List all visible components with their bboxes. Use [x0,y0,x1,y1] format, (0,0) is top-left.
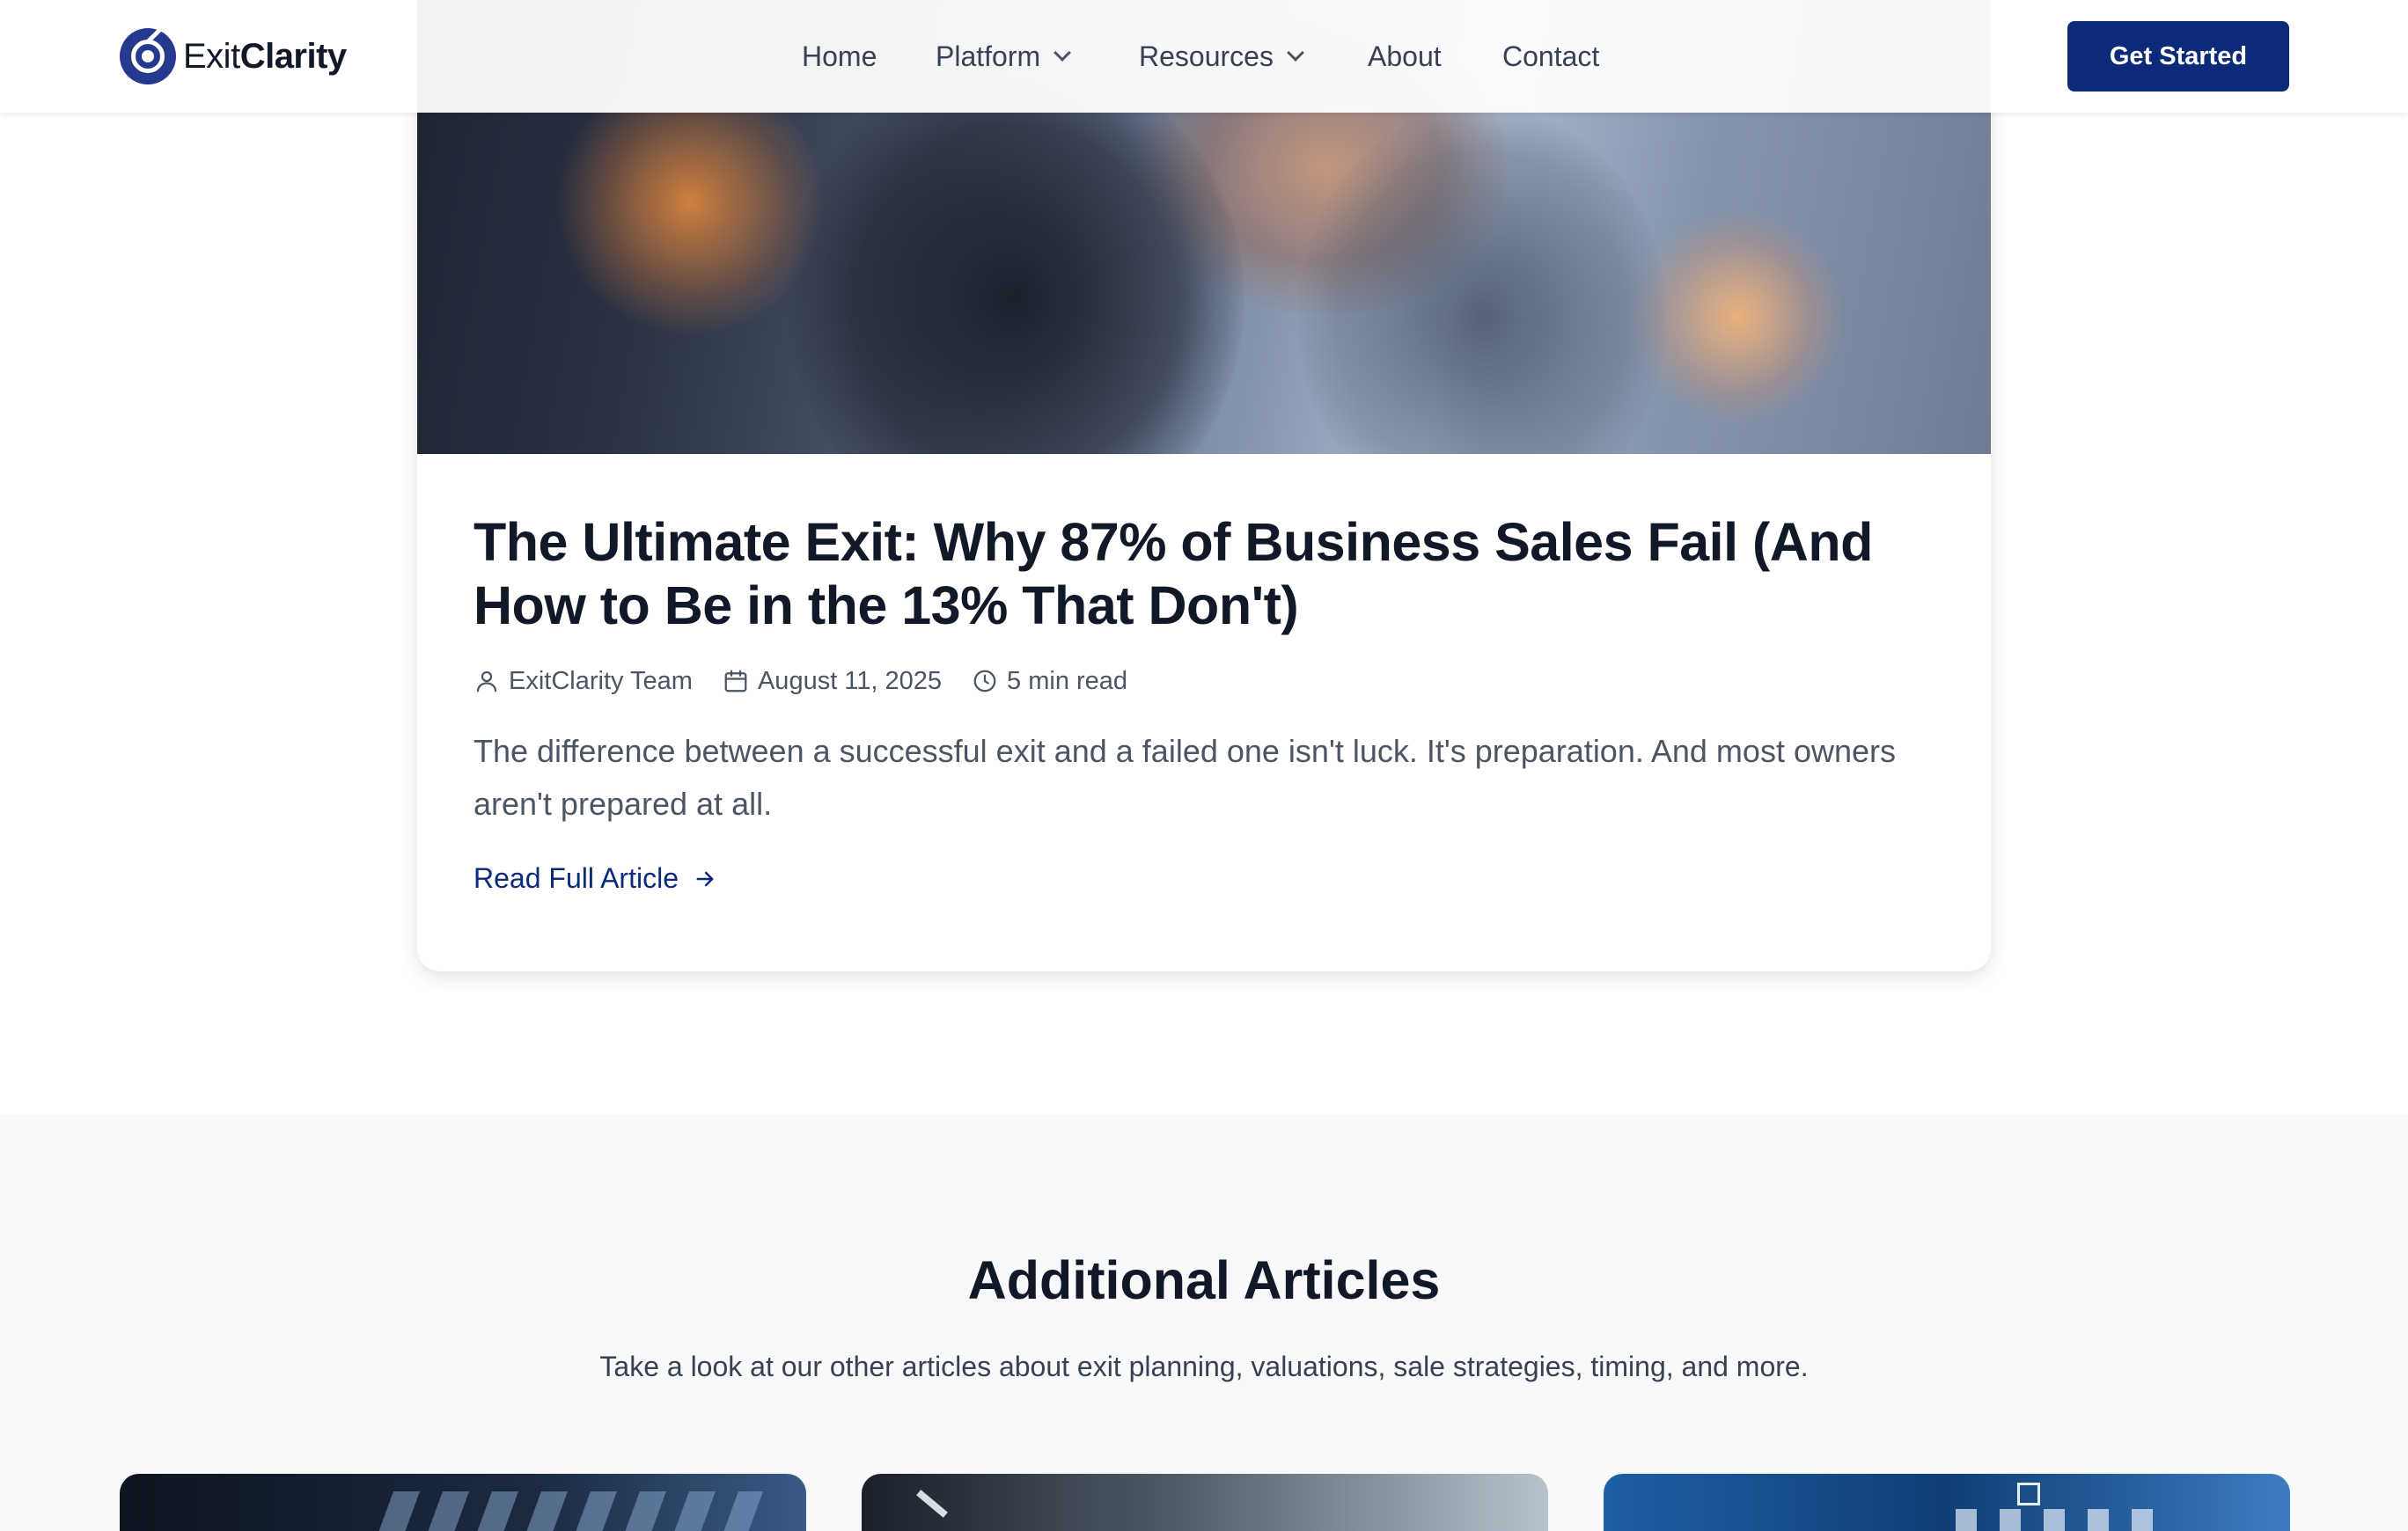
calendar-icon [724,670,747,692]
section-subtitle: Take a look at our other articles about … [599,1351,1809,1382]
featured-article-body: The Ultimate Exit: Why 87% of Business S… [474,510,1934,895]
article-read-time: 5 min read [972,667,1127,696]
nav-platform-label: Platform [936,40,1041,72]
arrow-right-icon [696,871,714,886]
nav-resources[interactable]: Resources [1139,35,1304,77]
nav-about[interactable]: About [1368,35,1442,77]
nav-resources-label: Resources [1139,40,1274,72]
section-title: Additional Articles [967,1250,1441,1310]
nav-home-label: Home [802,40,877,72]
nav-home[interactable]: Home [802,35,877,77]
article-card-thumbnail[interactable] [862,1474,1548,1531]
article-title[interactable]: The Ultimate Exit: Why 87% of Business S… [474,510,1934,637]
article-excerpt: The difference between a successful exit… [474,733,1896,822]
date-text: August 11, 2025 [757,666,943,695]
article-date: August 11, 2025 [723,667,942,696]
featured-article-card: The Ultimate Exit: Why 87% of Business S… [417,0,1991,971]
site-header: ExitClarity Home Platform Resources Abou… [0,0,2408,113]
clock-icon [973,670,996,692]
additional-articles-section: Additional Articles Take a look at our o… [0,1115,2408,1531]
article-card-thumbnail[interactable] [120,1474,806,1531]
target-icon [120,26,176,84]
nav-platform[interactable]: Platform [936,35,1072,77]
nav-contact-label: Contact [1502,40,1600,72]
brand-logo[interactable]: ExitClarity [120,26,347,86]
read-link-label: Read Full Article [474,862,679,894]
nav-about-label: About [1368,40,1442,72]
user-icon [476,670,497,692]
read-full-article-link[interactable]: Read Full Article [474,862,1934,895]
article-card-thumbnail[interactable] [1604,1474,2290,1531]
article-author: ExitClarity Team [474,667,693,696]
get-started-button[interactable]: Get Started [2067,21,2289,92]
nav-contact[interactable]: Contact [1502,35,1599,77]
author-name: ExitClarity Team [509,666,693,695]
read-time-text: 5 min read [1007,666,1128,695]
brand-name: ExitClarity [183,36,347,76]
article-meta: ExitClarity Team August 11, 2025 5 min r… [474,663,1934,699]
chevron-down-icon [1287,44,1304,62]
chevron-down-icon [1054,44,1072,62]
